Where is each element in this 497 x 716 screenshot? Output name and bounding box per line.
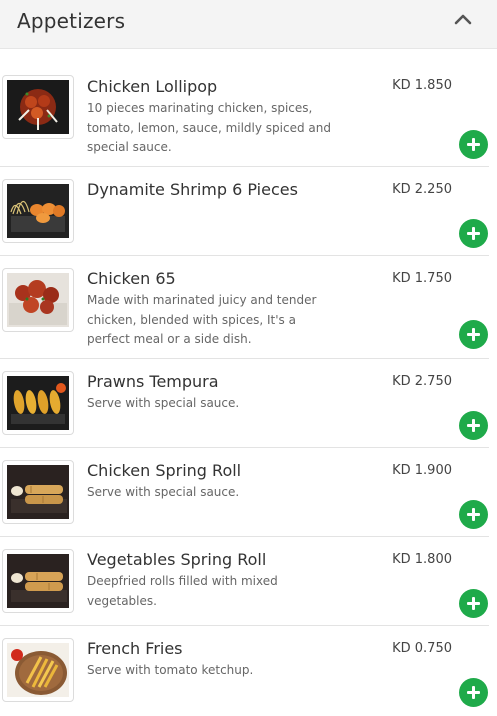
item-price: KD 2.750 (392, 374, 452, 389)
item-name: Chicken Spring Roll (87, 461, 242, 480)
section-title: Appetizers (17, 9, 126, 33)
item-description: Serve with special sauce. (87, 396, 240, 410)
add-to-cart-button[interactable] (459, 678, 488, 707)
item-price: KD 2.250 (392, 182, 452, 197)
item-price: KD 0.750 (392, 641, 452, 656)
item-name: Chicken 65 (87, 269, 176, 288)
item-description: Made with marinated juicy and tender chi… (87, 293, 317, 346)
item-price: KD 1.750 (392, 271, 452, 286)
item-price: KD 1.900 (392, 463, 452, 478)
item-description: Serve with tomato ketchup. (87, 663, 254, 677)
menu-item[interactable]: Chicken 65 Made with marinated juicy and… (0, 256, 489, 359)
menu-item[interactable]: Prawns Tempura Serve with special sauce.… (0, 359, 489, 448)
item-price: KD 1.800 (392, 552, 452, 567)
menu-item[interactable]: Vegetables Spring Roll Deepfried rolls f… (0, 537, 489, 626)
add-to-cart-button[interactable] (459, 500, 488, 529)
add-to-cart-button[interactable] (459, 411, 488, 440)
add-to-cart-button[interactable] (459, 130, 488, 159)
menu-item[interactable]: Chicken Lollipop 10 pieces marinating ch… (0, 49, 489, 167)
item-name: Chicken Lollipop (87, 77, 218, 96)
menu-item[interactable]: Chicken Spring Roll Serve with special s… (0, 448, 489, 537)
item-name: Dynamite Shrimp 6 Pieces (87, 180, 298, 199)
item-thumbnail (2, 75, 74, 139)
item-thumbnail (2, 371, 74, 435)
item-name: Vegetables Spring Roll (87, 550, 267, 569)
add-to-cart-button[interactable] (459, 219, 488, 248)
item-thumbnail (2, 638, 74, 702)
add-to-cart-button[interactable] (459, 320, 488, 349)
item-thumbnail (2, 179, 74, 243)
menu-item-list: Chicken Lollipop 10 pieces marinating ch… (0, 49, 489, 716)
item-name: Prawns Tempura (87, 372, 219, 391)
menu-item[interactable]: French Fries Serve with tomato ketchup. … (0, 626, 489, 716)
section-header[interactable]: Appetizers (0, 0, 497, 49)
chevron-up-icon[interactable] (453, 11, 473, 27)
item-thumbnail (2, 460, 74, 524)
add-to-cart-button[interactable] (459, 589, 488, 618)
item-thumbnail (2, 268, 74, 332)
item-thumbnail (2, 549, 74, 613)
menu-item[interactable]: Dynamite Shrimp 6 Pieces KD 2.250 (0, 167, 489, 256)
item-description: Deepfried rolls filled with mixed vegeta… (87, 574, 278, 608)
item-description: 10 pieces marinating chicken, spices, to… (87, 101, 331, 154)
item-description: Serve with special sauce. (87, 485, 240, 499)
item-price: KD 1.850 (392, 78, 452, 93)
item-name: French Fries (87, 639, 183, 658)
